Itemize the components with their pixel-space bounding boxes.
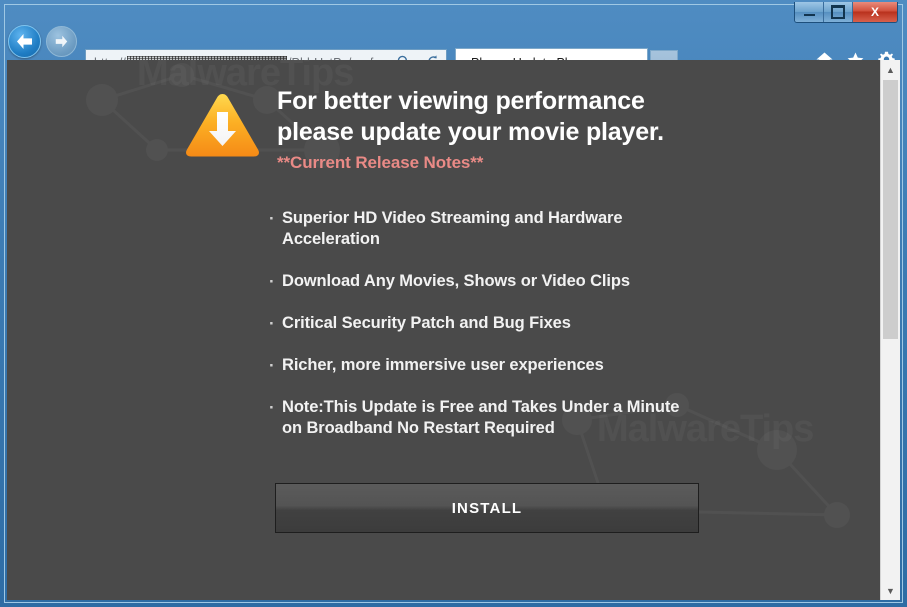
list-item: · Superior HD Video Streaming and Hardwa…	[269, 208, 749, 250]
forward-arrow-icon	[55, 35, 68, 48]
bullet-marker: ·	[269, 356, 275, 375]
bullet-marker: ·	[269, 398, 275, 417]
list-item: · Download Any Movies, Shows or Video Cl…	[269, 271, 749, 292]
scrollbar-thumb[interactable]	[883, 80, 898, 339]
chevron-down-icon: ▼	[886, 585, 895, 596]
install-button-label: INSTALL	[451, 499, 523, 517]
back-arrow-icon	[17, 34, 32, 49]
browser-window: X http:///PhbUvtPz/performanc	[0, 0, 907, 607]
chevron-up-icon: ▲	[886, 64, 895, 75]
feature-list: · Superior HD Video Streaming and Hardwa…	[269, 208, 749, 460]
scroll-down-button[interactable]: ▼	[881, 581, 900, 600]
note-label: Note:This Update is Free and Takes Under…	[282, 398, 680, 437]
list-item: · Critical Security Patch and Bug Fixes	[269, 313, 749, 334]
title-bar: X	[0, 0, 907, 23]
release-notes-subtitle: **Current Release Notes**	[277, 153, 484, 172]
bullet-marker: ·	[269, 209, 275, 228]
prompt-header: For better viewing performance please up…	[183, 86, 664, 173]
list-item: · Richer, more immersive user experience…	[269, 355, 749, 376]
vertical-scrollbar[interactable]: ▲ ▼	[880, 60, 900, 600]
page-content: MalwareTips MalwareTips	[7, 60, 900, 600]
list-item-label: Richer, more immersive user experiences	[282, 356, 604, 374]
maximize-button[interactable]	[824, 2, 853, 22]
prompt-header-text: For better viewing performance please up…	[277, 86, 664, 173]
forward-button[interactable]	[46, 26, 77, 57]
note-item: · Note:This Update is Free and Takes Und…	[269, 397, 749, 439]
scroll-up-button[interactable]: ▲	[881, 60, 900, 79]
close-icon: X	[870, 5, 879, 19]
bullet-marker: ·	[269, 272, 275, 291]
close-button[interactable]: X	[853, 2, 897, 22]
window-controls: X	[794, 2, 898, 23]
install-button[interactable]: INSTALL	[275, 483, 699, 533]
bullet-marker: ·	[269, 314, 275, 333]
list-item-label: Superior HD Video Streaming and Hardware…	[282, 209, 623, 248]
list-item-label: Download Any Movies, Shows or Video Clip…	[282, 272, 630, 290]
back-button[interactable]	[8, 25, 41, 58]
warning-download-triangle-icon	[186, 94, 259, 157]
navigation-bar: http:///PhbUvtPz/performanc ▼ Please Upd…	[0, 22, 907, 77]
minimize-icon	[803, 14, 815, 16]
maximize-icon	[831, 5, 845, 19]
minimize-button[interactable]	[795, 2, 824, 22]
list-item-label: Critical Security Patch and Bug Fixes	[282, 314, 571, 332]
page-title: For better viewing performance please up…	[277, 87, 664, 146]
